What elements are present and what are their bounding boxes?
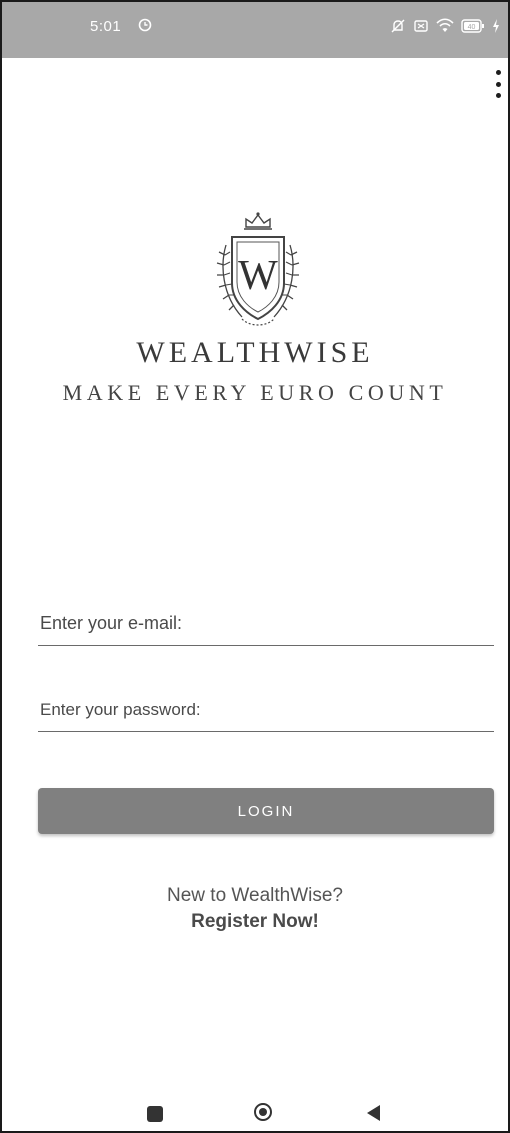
email-field[interactable]	[38, 602, 494, 646]
register-prompt: New to WealthWise?	[167, 885, 343, 906]
brand-tagline: MAKE EVERY EURO COUNT	[62, 380, 448, 405]
charging-icon	[493, 19, 499, 33]
svg-text:40: 40	[468, 24, 476, 31]
clock-icon	[138, 18, 152, 32]
recents-icon[interactable]	[147, 1106, 163, 1122]
overflow-menu-icon[interactable]	[492, 70, 504, 98]
phone-screen: 5:01 40 W WEALTHWISE MAKE EVERY EURO COU…	[0, 0, 510, 1133]
home-icon[interactable]	[254, 1103, 272, 1121]
login-button[interactable]: LOGIN	[38, 788, 494, 834]
system-nav-bar	[2, 1102, 508, 1130]
brand-name: WEALTHWISE	[136, 336, 374, 369]
muted-notification-icon	[391, 19, 405, 33]
back-icon[interactable]	[367, 1105, 380, 1121]
battery-icon: 40	[461, 19, 484, 33]
register-now-link[interactable]: Register Now!	[2, 909, 508, 935]
screenshot-icon	[414, 20, 428, 32]
svg-text:W: W	[238, 253, 278, 299]
wifi-icon	[436, 18, 454, 32]
wealthwise-logo-icon: W	[216, 212, 300, 326]
password-field[interactable]	[38, 688, 494, 732]
status-bar: 5:01 40	[2, 2, 508, 58]
status-time: 5:01	[90, 18, 122, 35]
status-icons: 40	[390, 16, 500, 36]
